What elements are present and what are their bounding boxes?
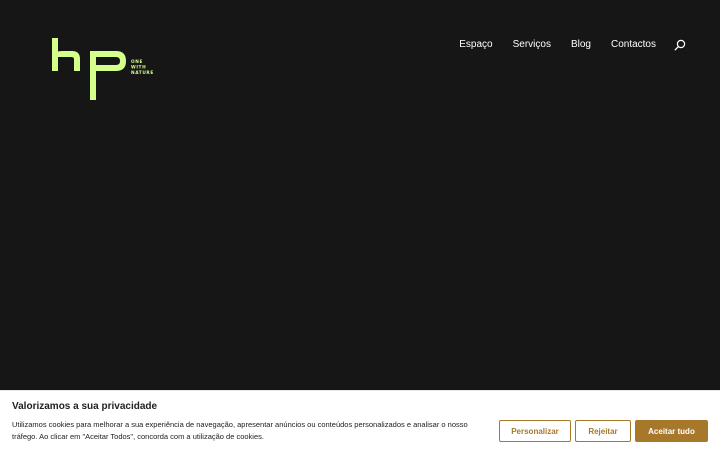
cookie-banner-text: Utilizamos cookies para melhorar a sua e…	[12, 420, 468, 441]
customize-cookies-button[interactable]: Personalizar	[499, 420, 571, 442]
reject-cookies-button[interactable]: Rejeitar	[575, 420, 631, 442]
logo-tagline-line-1: ONE	[131, 59, 143, 65]
site-header: ONE WITH NATURE Espaço Serviços Blog Con…	[0, 0, 720, 110]
site-logo[interactable]: ONE WITH NATURE	[52, 38, 158, 100]
logo-tagline-line-2: WITH	[131, 65, 146, 71]
hp-logo-mark: ONE WITH NATURE	[52, 38, 154, 100]
search-icon[interactable]	[674, 39, 686, 51]
cookie-banner-title: Valorizamos a sua privacidade	[12, 401, 158, 412]
cookie-consent-banner: Valorizamos a sua privacidade Utilizamos…	[0, 390, 720, 450]
logo-tagline-line-3: NATURE	[131, 70, 154, 76]
nav-item-blog[interactable]: Blog	[571, 38, 591, 52]
nav-item-contactos[interactable]: Contactos	[611, 38, 656, 52]
nav-item-servicos[interactable]: Serviços	[513, 38, 551, 52]
nav-item-espaco[interactable]: Espaço	[459, 38, 492, 52]
hero-section	[0, 110, 720, 390]
main-nav: Espaço Serviços Blog Contactos	[459, 38, 686, 52]
accept-all-cookies-button[interactable]: Aceitar tudo	[635, 420, 708, 442]
